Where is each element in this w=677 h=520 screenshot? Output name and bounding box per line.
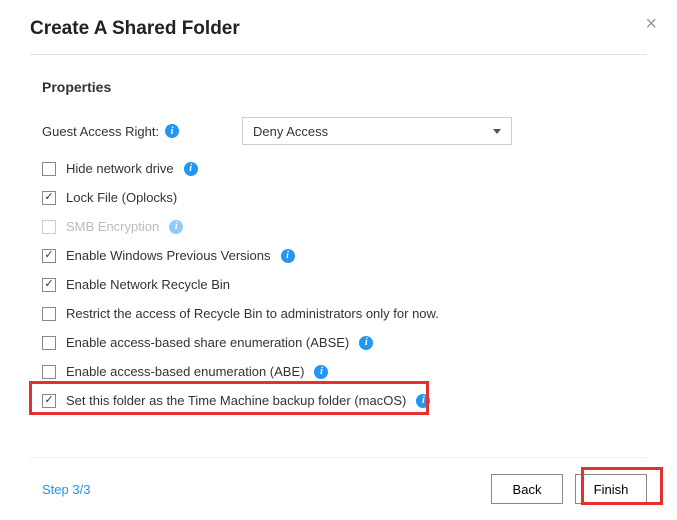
info-icon[interactable]: i bbox=[165, 124, 179, 138]
checkbox[interactable] bbox=[42, 278, 56, 292]
info-icon[interactable]: i bbox=[281, 249, 295, 263]
option-row: Hide network drive i bbox=[42, 161, 647, 176]
close-icon[interactable]: × bbox=[645, 14, 657, 34]
finish-button[interactable]: Finish bbox=[575, 474, 647, 504]
create-shared-folder-dialog: Create A Shared Folder × Properties Gues… bbox=[0, 0, 677, 520]
checkbox[interactable] bbox=[42, 249, 56, 263]
option-row: Enable Network Recycle Bin bbox=[42, 277, 647, 292]
option-label: Lock File (Oplocks) bbox=[66, 190, 177, 205]
option-label: SMB Encryption bbox=[66, 219, 159, 234]
option-label: Enable Network Recycle Bin bbox=[66, 277, 230, 292]
guest-access-label-wrap: Guest Access Right: i bbox=[42, 124, 242, 139]
option-row: Restrict the access of Recycle Bin to ad… bbox=[42, 306, 647, 321]
dialog-content: Properties Guest Access Right: i Deny Ac… bbox=[30, 55, 647, 457]
option-label: Enable access-based enumeration (ABE) bbox=[66, 364, 304, 379]
option-row: Lock File (Oplocks) bbox=[42, 190, 647, 205]
option-label: Enable Windows Previous Versions bbox=[66, 248, 271, 263]
dialog-header: Create A Shared Folder × bbox=[30, 0, 647, 55]
dialog-title: Create A Shared Folder bbox=[30, 18, 647, 40]
option-label: Set this folder as the Time Machine back… bbox=[66, 393, 406, 408]
info-icon[interactable]: i bbox=[359, 336, 373, 350]
section-title: Properties bbox=[30, 79, 647, 95]
option-row: Enable access-based share enumeration (A… bbox=[42, 335, 647, 350]
dialog-footer: Step 3/3 Back Finish bbox=[30, 457, 647, 520]
chevron-down-icon bbox=[493, 129, 501, 134]
checkbox[interactable] bbox=[42, 307, 56, 321]
guest-access-selected: Deny Access bbox=[253, 124, 328, 139]
option-row: Set this folder as the Time Machine back… bbox=[42, 393, 647, 408]
info-icon[interactable]: i bbox=[184, 162, 198, 176]
option-label: Restrict the access of Recycle Bin to ad… bbox=[66, 306, 439, 321]
guest-access-select[interactable]: Deny Access bbox=[242, 117, 512, 145]
option-row: Enable Windows Previous Versions i bbox=[42, 248, 647, 263]
option-row: Enable access-based enumeration (ABE) i bbox=[42, 364, 647, 379]
checkbox[interactable] bbox=[42, 336, 56, 350]
footer-buttons: Back Finish bbox=[491, 474, 647, 504]
back-button[interactable]: Back bbox=[491, 474, 563, 504]
checkbox bbox=[42, 220, 56, 234]
info-icon[interactable]: i bbox=[314, 365, 328, 379]
step-indicator: Step 3/3 bbox=[42, 482, 90, 497]
checkbox[interactable] bbox=[42, 191, 56, 205]
checkbox[interactable] bbox=[42, 162, 56, 176]
guest-access-row: Guest Access Right: i Deny Access bbox=[42, 117, 647, 145]
option-label: Hide network drive bbox=[66, 161, 174, 176]
checkbox[interactable] bbox=[42, 365, 56, 379]
info-icon[interactable]: i bbox=[169, 220, 183, 234]
checkbox[interactable] bbox=[42, 394, 56, 408]
option-row: SMB Encryption i bbox=[42, 219, 647, 234]
option-label: Enable access-based share enumeration (A… bbox=[66, 335, 349, 350]
form-area: Guest Access Right: i Deny Access Hide n… bbox=[30, 117, 647, 408]
guest-access-label: Guest Access Right: bbox=[42, 124, 159, 139]
info-icon[interactable]: i bbox=[416, 394, 430, 408]
